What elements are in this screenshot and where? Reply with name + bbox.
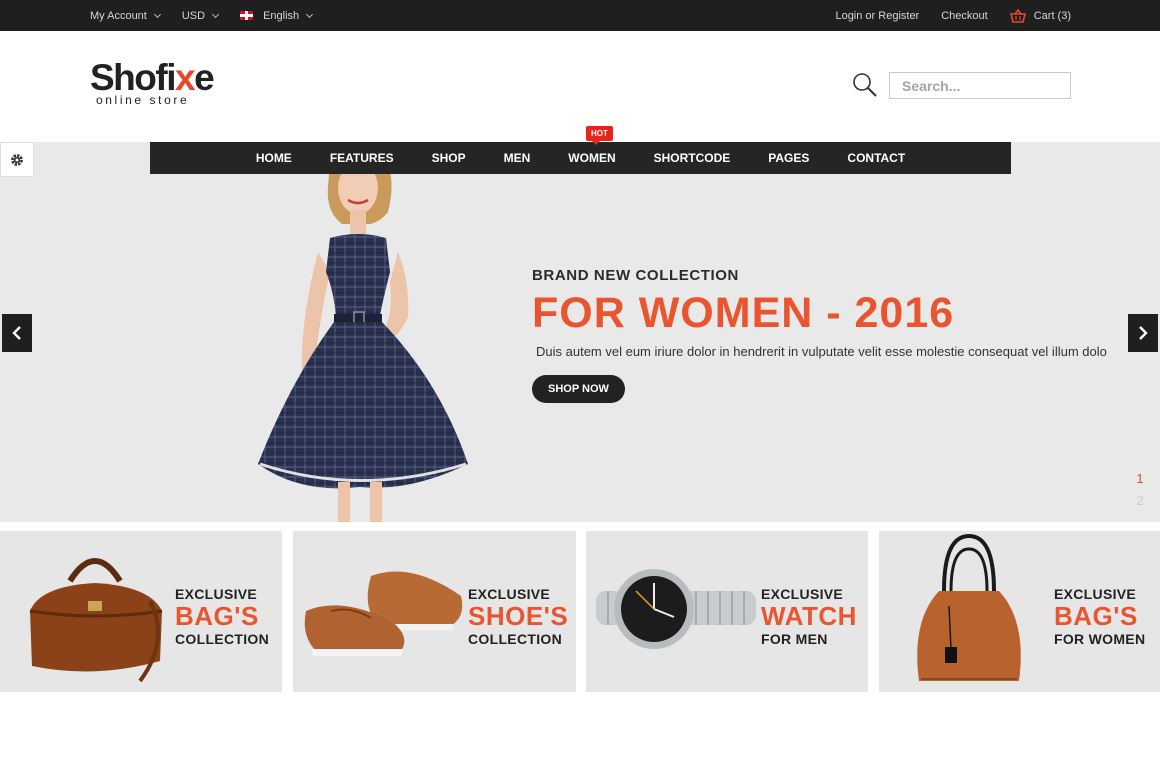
hot-badge: HOT	[586, 126, 613, 145]
slider-page-2[interactable]: 2	[1134, 490, 1146, 512]
model-in-plaid-dress-image	[258, 144, 468, 522]
banner-line3: COLLECTION	[468, 631, 562, 647]
language-dropdown[interactable]: English	[240, 9, 314, 22]
hero-caption: BRAND NEW COLLECTION FOR WOMEN - 2016 Du…	[532, 267, 1107, 403]
banner-text: EXCLUSIVE SHOE'S COLLECTION	[468, 586, 568, 647]
chevron-left-icon	[12, 326, 21, 340]
banner-line1: EXCLUSIVE	[1054, 586, 1137, 602]
account-dropdown[interactable]: My Account	[90, 9, 161, 22]
basket-icon	[1009, 8, 1026, 23]
banner-text: EXCLUSIVE WATCH FOR MEN	[761, 586, 857, 647]
banner-line3: FOR WOMEN	[1054, 631, 1146, 647]
chevron-down-icon	[306, 10, 314, 18]
cart-link[interactable]: Cart (3)	[1009, 8, 1071, 23]
nav-home[interactable]: HOME	[237, 151, 311, 165]
banner-line2: SHOE'S	[468, 601, 569, 631]
boat-shoes-image	[304, 571, 463, 656]
wrist-watch-image	[596, 569, 756, 649]
chevron-down-icon	[212, 10, 220, 18]
currency-dropdown[interactable]: USD	[181, 9, 220, 22]
banner-bags-collection[interactable]: EXCLUSIVE BAG'S COLLECTION	[0, 531, 282, 692]
banner-line1: EXCLUSIVE	[761, 586, 844, 602]
settings-button[interactable]	[0, 142, 34, 177]
nav-men[interactable]: MEN	[485, 151, 550, 165]
hero-description: Duis autem vel eum iriure dolor in hendr…	[536, 344, 1107, 359]
currency-label: USD	[181, 9, 206, 22]
slider-page-1[interactable]: 1	[1134, 468, 1146, 490]
slider-prev-button[interactable]	[2, 314, 32, 352]
cart-label: Cart (3)	[1033, 9, 1071, 22]
banner-bags-for-women[interactable]: EXCLUSIVE BAG'S FOR WOMEN	[879, 531, 1160, 692]
main-nav: HOME FEATURES SHOP MEN WOMEN SHORTCODE P…	[150, 142, 1011, 174]
slider-pagination: 1 2	[1134, 468, 1146, 512]
chevron-right-icon	[1139, 326, 1148, 340]
slider-next-button[interactable]	[1128, 314, 1158, 352]
language-label: English	[263, 9, 300, 22]
hero-eyebrow: BRAND NEW COLLECTION	[532, 267, 739, 284]
banner-line1: EXCLUSIVE	[175, 586, 258, 602]
banner-text: EXCLUSIVE BAG'S FOR WOMEN	[1054, 586, 1145, 647]
banner-line1: EXCLUSIVE	[468, 586, 551, 602]
banner-watch-for-men[interactable]: EXCLUSIVE WATCH FOR MEN	[586, 531, 868, 692]
checkout-link[interactable]: Checkout	[941, 10, 987, 22]
nav-women[interactable]: WOMEN	[549, 151, 634, 165]
nav-contact[interactable]: CONTACT	[828, 151, 924, 165]
account-label: My Account	[90, 9, 147, 22]
top-bar: My Account USD English Login or Register…	[0, 0, 1160, 31]
chevron-down-icon	[153, 10, 161, 18]
banner-line2: BAG'S	[1054, 601, 1138, 631]
shop-now-button[interactable]: SHOP NOW	[532, 375, 625, 403]
banner-line2: WATCH	[761, 601, 857, 631]
gear-icon	[11, 153, 23, 166]
banner-text: EXCLUSIVE BAG'S COLLECTION	[175, 586, 269, 647]
nav-shortcode[interactable]: SHORTCODE	[635, 151, 750, 165]
banner-line3: COLLECTION	[175, 631, 269, 647]
nav-features[interactable]: FEATURES	[311, 151, 413, 165]
banner-line3: FOR MEN	[761, 631, 828, 647]
uk-flag-icon	[240, 11, 254, 20]
logo-wordmark: Shofixe	[90, 57, 215, 98]
banner-line2: BAG'S	[175, 601, 259, 631]
nav-shop[interactable]: SHOP	[413, 151, 485, 165]
login-register-link[interactable]: Login or Register	[835, 10, 919, 22]
banner-shoes-collection[interactable]: EXCLUSIVE SHOE'S COLLECTION	[293, 531, 576, 692]
search-icon[interactable]	[852, 72, 878, 98]
hero-title: FOR WOMEN - 2016	[532, 289, 955, 337]
site-logo[interactable]: Shofixe online store	[90, 57, 215, 107]
search-input[interactable]	[889, 72, 1071, 99]
nav-pages[interactable]: PAGES	[749, 151, 828, 165]
leather-travel-bag-image	[29, 558, 163, 683]
women-handbag-image	[917, 533, 1021, 681]
hero-slider: BRAND NEW COLLECTION FOR WOMEN - 2016 Du…	[0, 142, 1160, 522]
